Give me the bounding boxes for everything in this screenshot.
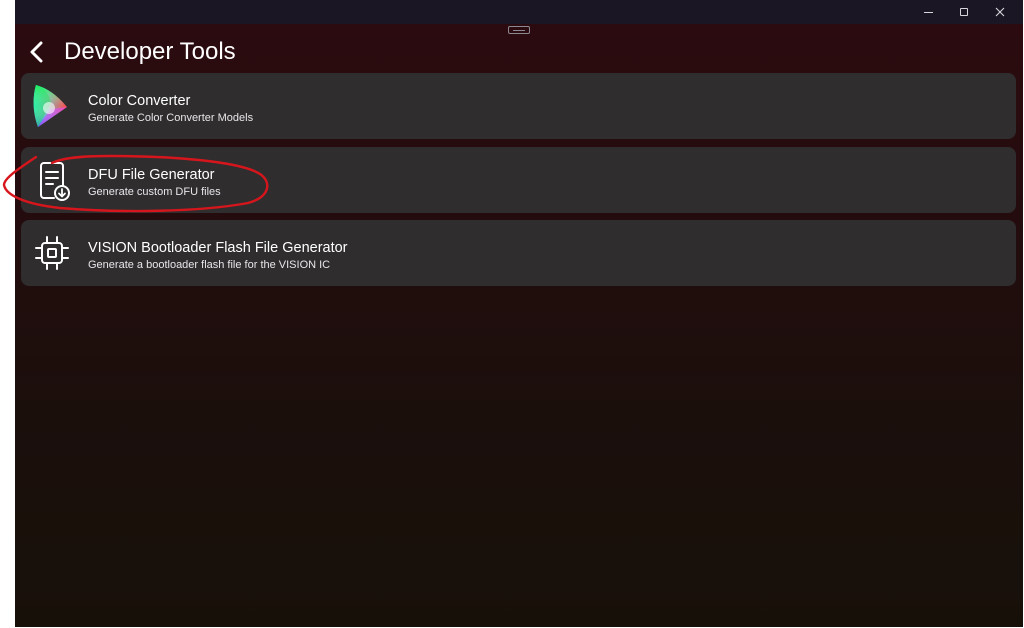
tool-title: DFU File Generator: [88, 167, 215, 183]
color-gamut-icon: [27, 81, 77, 131]
chevron-left-icon: [30, 41, 43, 63]
tool-card-vision-bootloader[interactable]: VISION Bootloader Flash File Generator G…: [21, 220, 1016, 286]
tool-title: Color Converter: [88, 93, 191, 109]
close-button[interactable]: [982, 0, 1018, 24]
page-title: Developer Tools: [64, 38, 236, 65]
close-icon: [995, 7, 1005, 17]
chip-icon: [27, 228, 77, 278]
minimize-button[interactable]: [910, 0, 946, 24]
title-bar[interactable]: [15, 0, 1023, 24]
tool-card-color-converter[interactable]: Color Converter Generate Color Converter…: [21, 73, 1016, 139]
maximize-icon: [960, 8, 968, 16]
tool-card-dfu-file-generator[interactable]: DFU File Generator Generate custom DFU f…: [21, 147, 1016, 213]
tool-subtitle: Generate custom DFU files: [88, 186, 221, 198]
tool-subtitle: Generate Color Converter Models: [88, 112, 254, 124]
tool-subtitle: Generate a bootloader flash file for the…: [88, 259, 331, 271]
tool-title: VISION Bootloader Flash File Generator: [88, 240, 348, 256]
app-window: Developer Tools Color Converter Generate…: [15, 0, 1023, 627]
maximize-button[interactable]: [946, 0, 982, 24]
drag-handle[interactable]: [508, 26, 530, 34]
back-button[interactable]: [25, 38, 49, 66]
document-download-icon: [27, 155, 77, 205]
minimize-icon: [923, 11, 933, 13]
